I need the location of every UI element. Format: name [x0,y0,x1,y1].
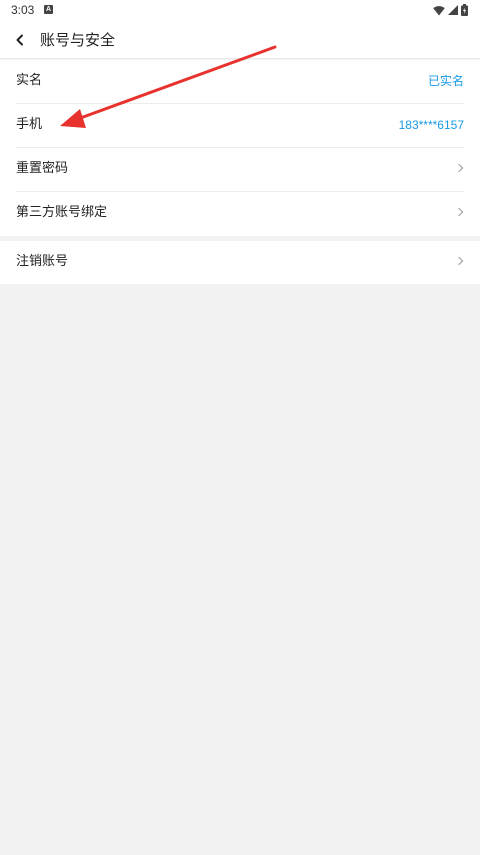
settings-row-cancel-account[interactable]: 注销账号 [16,241,464,285]
account-settings-list: 实名 已实名 手机 183****6157 重置密码 第三方账号绑定 [0,60,480,236]
third-party-binding-label: 第三方账号绑定 [16,205,108,220]
phone-label: 手机 [16,117,43,132]
chevron-right-icon [454,207,464,217]
real-name-label: 实名 [16,73,43,88]
chevron-left-icon [16,34,23,46]
settings-row-real-name[interactable]: 实名 已实名 [16,60,464,104]
chevron-right-icon [454,163,464,173]
wifi-icon [433,5,445,15]
settings-row-third-party-binding[interactable]: 第三方账号绑定 [16,192,464,236]
phone-number: 183****6157 [398,118,464,132]
reset-password-label: 重置密码 [16,161,69,176]
page-title: 账号与安全 [40,31,116,49]
battery-icon [461,4,468,16]
status-bar: 3:03 A [0,0,480,22]
back-button[interactable] [10,30,30,50]
settings-row-phone[interactable]: 手机 183****6157 [16,104,464,148]
status-icons [433,4,468,16]
chevron-right-icon [454,256,464,266]
real-name-status: 已实名 [427,74,464,88]
cancel-account-label: 注销账号 [16,254,69,269]
status-time: 3:03 [11,3,35,17]
app-bar: 账号与安全 [0,22,480,59]
signal-icon [448,5,458,15]
notification-a-icon: A [44,5,53,14]
cancel-account-section: 注销账号 [0,241,480,284]
settings-row-reset-password[interactable]: 重置密码 [16,148,464,192]
